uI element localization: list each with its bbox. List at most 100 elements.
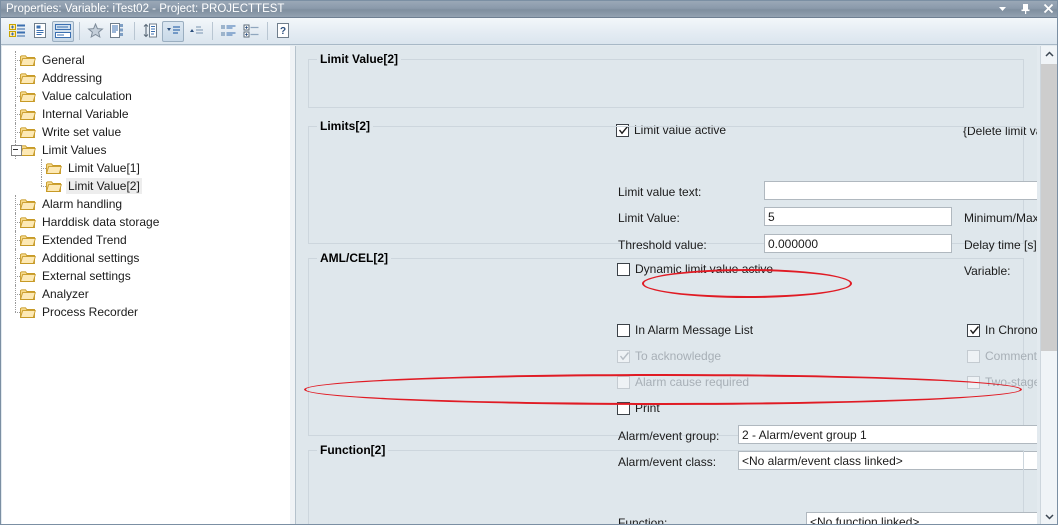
tree-guide-connector — [15, 294, 20, 295]
chevron-up-icon — [1044, 51, 1054, 57]
tree-item-analyzer[interactable]: Analyzer — [2, 285, 282, 303]
field-limit-value-text[interactable] — [764, 181, 1037, 200]
list-details-icon[interactable] — [107, 21, 129, 42]
navigation-tree-pane: General Addressing Value calculation Intern… — [2, 46, 290, 524]
tree-guide-connector — [41, 168, 46, 169]
toolbar-separator-2 — [134, 22, 135, 40]
label-limit-value-text: Limit value text: — [618, 185, 702, 199]
close-icon[interactable] — [1042, 2, 1055, 17]
tree-item-limit-value-1[interactable]: Limit Value[1] — [2, 159, 282, 177]
tree-item-extended-trend[interactable]: Extended Trend — [2, 231, 282, 249]
tree-item-label: Internal Variable — [42, 107, 129, 121]
help-icon[interactable]: ? — [272, 21, 294, 42]
group-limits-title: Limits[2] — [317, 119, 374, 133]
folder-icon — [19, 270, 36, 283]
expand-collapse-icon[interactable] — [240, 21, 262, 42]
tree-item-label: Limit Value[2] — [66, 178, 142, 194]
folder-icon — [19, 252, 36, 265]
tree-item-label: Analyzer — [42, 287, 89, 301]
field-threshold-value[interactable]: 0.000000 — [764, 234, 952, 253]
tree-item-label: Addressing — [42, 71, 103, 85]
checkbox-label: Print — [635, 401, 660, 415]
tree-item-label: Process Recorder — [42, 305, 139, 319]
properties-content-pane: Limit Value[2] Limit value active {Delet… — [295, 46, 1037, 524]
tree-guide-connector — [15, 258, 20, 259]
checkbox-comment-required: Comment required — [967, 349, 1037, 363]
vertical-align-icon[interactable] — [139, 21, 161, 42]
tree-guide-connector — [15, 96, 20, 97]
scroll-thumb[interactable] — [1041, 64, 1057, 351]
tree-guide-connector — [15, 60, 20, 61]
checkbox-label: In Chronological Event List — [985, 323, 1037, 337]
tree-guide-connector — [15, 240, 20, 241]
categorized-view-icon[interactable] — [217, 21, 239, 42]
field-function[interactable]: <No function linked> — [806, 512, 1037, 524]
checkbox-label: In Alarm Message List — [635, 323, 754, 337]
folder-icon — [19, 198, 36, 211]
checkbox-box — [617, 401, 630, 415]
tree-item-limit-value-2[interactable]: Limit Value[2] — [2, 177, 282, 195]
window-title: Properties: Variable: iTest02 - Project:… — [6, 3, 285, 15]
checkbox-print[interactable]: Print — [617, 401, 660, 415]
tree-item-label: Limit Values — [42, 143, 107, 157]
tree-guide-connector — [15, 204, 20, 205]
sort-ascending-icon[interactable] — [185, 21, 207, 42]
tree-item-label: Write set value — [42, 125, 122, 139]
checkbox-label: Comment required — [985, 349, 1037, 363]
group-limit-value: Limit Value[2] — [308, 52, 1024, 108]
tree-item-harddisk-data-storage[interactable]: Harddisk data storage — [2, 213, 282, 231]
tree-guide-line — [41, 177, 42, 186]
chevron-down-icon[interactable] — [996, 2, 1009, 17]
pin-icon[interactable] — [1019, 2, 1032, 17]
tree-item-additional-settings[interactable]: Additional settings — [2, 249, 282, 267]
folder-icon — [19, 90, 36, 103]
folder-icon — [19, 216, 36, 229]
checkbox-box — [617, 323, 630, 337]
folder-icon — [19, 306, 36, 319]
document-properties-icon[interactable] — [29, 21, 51, 42]
tree-item-label: Value calculation — [42, 89, 132, 103]
tree-item-internal-variable[interactable]: Internal Variable — [2, 105, 282, 123]
scroll-up-button[interactable] — [1041, 46, 1057, 63]
folder-icon — [19, 72, 36, 85]
checkbox-box — [967, 375, 980, 389]
tree-item-label: Harddisk data storage — [42, 215, 160, 229]
checkbox-two-stage-acknowledgement: Two-stage acknowledgement — [967, 375, 1037, 389]
tree-item-external-settings[interactable]: External settings — [2, 267, 282, 285]
checkbox-alarm-cause-required: Alarm cause required — [617, 375, 749, 389]
folder-icon — [45, 162, 62, 175]
checkbox-label: Two-stage acknowledgement — [985, 375, 1037, 389]
scroll-down-button[interactable] — [1041, 508, 1057, 524]
tree-item-write-set-value[interactable]: Write set value — [2, 123, 282, 141]
title-bar: Properties: Variable: iTest02 - Project:… — [1, 1, 1057, 18]
split-view-icon[interactable] — [52, 20, 74, 42]
folder-icon — [19, 108, 36, 121]
checkbox-in-alarm-message-list[interactable]: In Alarm Message List — [617, 323, 753, 337]
tree-item-addressing[interactable]: Addressing — [2, 69, 282, 87]
tree-item-limit-values[interactable]: Limit Values — [2, 141, 282, 159]
chevron-down-icon — [1044, 514, 1054, 520]
favorites-star-icon[interactable] — [84, 21, 106, 42]
content-vertical-scrollbar[interactable] — [1040, 46, 1057, 524]
tree-item-label: Extended Trend — [42, 233, 127, 247]
checkbox-in-chronological-event-list[interactable]: In Chronological Event List — [967, 323, 1037, 337]
tree-item-process-recorder[interactable]: Process Recorder — [2, 303, 282, 321]
tree-item-value-calculation[interactable]: Value calculation — [2, 87, 282, 105]
tree-expander-collapse-icon[interactable] — [11, 145, 22, 156]
group-function-title: Function[2] — [317, 443, 389, 457]
tree-guide-connector — [15, 114, 20, 115]
svg-text:?: ? — [279, 26, 285, 37]
field-alarm-event-group[interactable]: 2 - Alarm/event group 1 — [738, 425, 1037, 444]
tree-item-alarm-handling[interactable]: Alarm handling — [2, 195, 282, 213]
tree-item-general[interactable]: General — [2, 51, 282, 69]
label-minimum-maximum: Minimum/Maximum: — [964, 211, 1037, 225]
checkbox-to-acknowledge: To acknowledge — [617, 349, 721, 363]
label-alarm-event-group: Alarm/event group: — [618, 429, 720, 443]
sort-descending-icon[interactable] — [162, 20, 184, 42]
field-limit-value[interactable]: 5 — [764, 207, 952, 226]
folder-icon — [19, 126, 36, 139]
toolbar-separator-3 — [212, 22, 213, 40]
navigation-tree: General Addressing Value calculation Intern… — [2, 51, 282, 321]
new-property-icon[interactable] — [6, 21, 28, 42]
checkbox-box — [967, 349, 980, 363]
